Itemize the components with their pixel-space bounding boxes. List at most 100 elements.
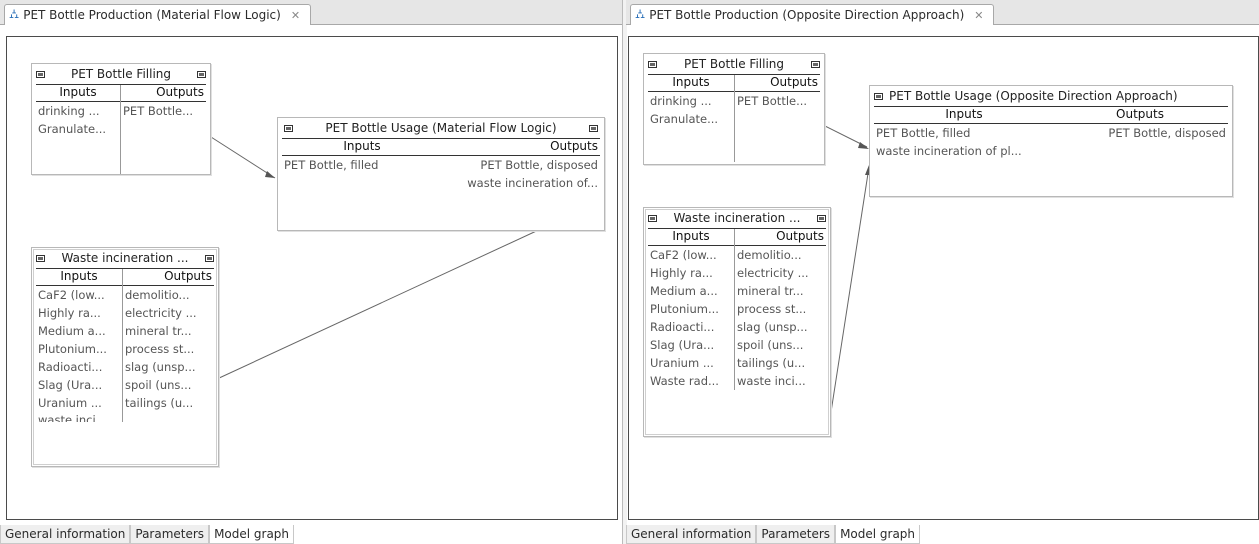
right-node-waste-incineration[interactable]: Waste incineration ... Inputs CaF2 (low.…	[643, 207, 831, 437]
input-cell[interactable]: waste inci...	[36, 412, 122, 422]
inputs-column: Inputs PET Bottle, filled	[282, 139, 442, 222]
output-cell[interactable]: tailings (u...	[735, 354, 826, 372]
node-header: PET Bottle Filling	[32, 64, 210, 84]
left-editor-tab[interactable]: ⛼ PET Bottle Production (Material Flow L…	[4, 4, 312, 25]
input-cell[interactable]: Uranium ...	[648, 354, 734, 372]
outputs-header: Outputs	[1054, 107, 1228, 124]
output-cell[interactable]: PET Bottle, disposed	[1054, 124, 1228, 142]
ports-table: Inputs PET Bottle, filled waste incinera…	[874, 106, 1228, 170]
output-cell[interactable]: PET Bottle...	[121, 102, 206, 120]
collapse-marker-icon[interactable]	[648, 60, 657, 68]
input-cell[interactable]: Radioacti...	[648, 318, 734, 336]
input-cell[interactable]: Uranium ...	[36, 394, 122, 412]
left-model-canvas[interactable]: PET Bottle Filling Inputs drinking ... G…	[6, 36, 618, 520]
tab-general-information[interactable]: General information	[0, 525, 131, 544]
input-cell[interactable]: PET Bottle, filled	[874, 124, 1054, 142]
tab-model-graph[interactable]: Model graph	[209, 525, 295, 544]
collapse-marker-icon[interactable]	[817, 214, 826, 222]
input-cell[interactable]: Plutonium...	[648, 300, 734, 318]
output-cell[interactable]: mineral tr...	[735, 282, 826, 300]
inputs-header: Inputs	[874, 107, 1054, 124]
collapse-marker-icon[interactable]	[36, 70, 45, 78]
tab-model-graph[interactable]: Model graph	[835, 525, 921, 544]
close-icon[interactable]: ✕	[291, 9, 300, 22]
input-cell[interactable]: Medium a...	[36, 322, 122, 340]
collapse-marker-icon[interactable]	[205, 254, 214, 262]
ports-table: Inputs CaF2 (low... Highly ra... Medium …	[36, 268, 214, 422]
input-cell[interactable]: drinking ...	[648, 92, 734, 110]
inputs-header: Inputs	[648, 229, 734, 246]
outputs-column: Outputs PET Bottle...	[734, 75, 820, 162]
output-cell[interactable]: slag (unsp...	[735, 318, 826, 336]
output-cell[interactable]: spoil (uns...	[123, 376, 214, 394]
input-cell[interactable]: Waste rad...	[648, 372, 734, 390]
input-cell[interactable]: Granulate...	[648, 110, 734, 128]
left-editor: ⛼ PET Bottle Production (Material Flow L…	[0, 0, 622, 544]
collapse-marker-icon[interactable]	[648, 214, 657, 222]
left-tabstrip: ⛼ PET Bottle Production (Material Flow L…	[0, 0, 622, 25]
input-cell[interactable]: Radioacti...	[36, 358, 122, 376]
right-tab-title: PET Bottle Production (Opposite Directio…	[649, 8, 965, 22]
node-title: Waste incineration ...	[673, 211, 801, 225]
close-icon[interactable]: ✕	[974, 9, 983, 22]
ports-table: Inputs PET Bottle, filled Outputs PET Bo…	[282, 138, 600, 222]
outputs-column: Outputs demolitio... electricity ... min…	[734, 229, 826, 390]
input-cell[interactable]: Highly ra...	[648, 264, 734, 282]
hierarchy-icon: ⛼	[635, 6, 646, 22]
outputs-column: Outputs PET Bottle, disposed waste incin…	[442, 139, 600, 222]
collapse-marker-icon[interactable]	[810, 60, 820, 68]
input-cell[interactable]: CaF2 (low...	[36, 286, 122, 304]
collapse-marker-icon[interactable]	[874, 92, 883, 100]
input-cell[interactable]: Slag (Ura...	[36, 376, 122, 394]
left-node-usage[interactable]: PET Bottle Usage (Material Flow Logic) I…	[277, 117, 605, 231]
input-cell[interactable]: drinking ...	[36, 102, 120, 120]
left-node-filling[interactable]: PET Bottle Filling Inputs drinking ... G…	[31, 63, 211, 175]
inputs-header: Inputs	[36, 269, 122, 286]
right-editor-tab[interactable]: ⛼ PET Bottle Production (Opposite Direct…	[630, 4, 995, 25]
collapse-marker-icon[interactable]	[284, 124, 293, 132]
collapse-marker-icon[interactable]	[36, 254, 45, 262]
output-cell[interactable]: electricity ...	[735, 264, 826, 282]
output-cell[interactable]: spoil (uns...	[735, 336, 826, 354]
node-header: Waste incineration ...	[32, 248, 218, 268]
input-cell[interactable]: CaF2 (low...	[648, 246, 734, 264]
right-node-usage[interactable]: PET Bottle Usage (Opposite Direction App…	[869, 85, 1233, 197]
inputs-column: Inputs CaF2 (low... Highly ra... Medium …	[36, 269, 122, 422]
output-cell[interactable]: demolitio...	[123, 286, 214, 304]
output-cell[interactable]: waste inci...	[735, 372, 826, 390]
tab-parameters[interactable]: Parameters	[756, 525, 836, 544]
hierarchy-icon: ⛼	[9, 6, 20, 22]
right-model-canvas[interactable]: PET Bottle Filling Inputs drinking ... G…	[628, 36, 1259, 520]
node-header: Waste incineration ...	[644, 208, 830, 228]
input-cell[interactable]: Granulate...	[36, 120, 120, 138]
left-node-waste-incineration[interactable]: Waste incineration ... Inputs CaF2 (low.…	[31, 247, 219, 467]
input-cell[interactable]: Highly ra...	[36, 304, 122, 322]
output-cell[interactable]: electricity ...	[123, 304, 214, 322]
output-cell[interactable]: PET Bottle...	[735, 92, 820, 110]
arrowhead	[265, 171, 275, 178]
output-cell[interactable]: waste incineration of...	[442, 174, 600, 192]
right-editor-page-tabs: General information Parameters Model gra…	[626, 524, 1259, 544]
output-cell[interactable]: tailings (u...	[123, 394, 214, 412]
output-cell[interactable]: PET Bottle, disposed	[442, 156, 600, 174]
input-cell[interactable]: Plutonium...	[36, 340, 122, 358]
node-title: PET Bottle Filling	[683, 57, 785, 71]
inputs-header: Inputs	[282, 139, 442, 156]
collapse-marker-icon[interactable]	[196, 70, 206, 78]
collapse-marker-icon[interactable]	[589, 124, 598, 132]
output-cell[interactable]: demolitio...	[735, 246, 826, 264]
input-cell[interactable]: PET Bottle, filled	[282, 156, 442, 174]
link-waste-to-usage	[216, 226, 546, 380]
tab-general-information[interactable]: General information	[626, 525, 757, 544]
tab-parameters[interactable]: Parameters	[130, 525, 210, 544]
output-cell[interactable]: slag (unsp...	[123, 358, 214, 376]
output-cell[interactable]: mineral tr...	[123, 322, 214, 340]
input-cell[interactable]: waste incineration of pl...	[874, 142, 1054, 160]
right-node-filling[interactable]: PET Bottle Filling Inputs drinking ... G…	[643, 53, 825, 165]
output-cell[interactable]: process st...	[123, 340, 214, 358]
left-editor-page-tabs: General information Parameters Model gra…	[0, 524, 622, 544]
output-cell[interactable]: process st...	[735, 300, 826, 318]
outputs-header: Outputs	[735, 229, 826, 246]
input-cell[interactable]: Slag (Ura...	[648, 336, 734, 354]
input-cell[interactable]: Medium a...	[648, 282, 734, 300]
